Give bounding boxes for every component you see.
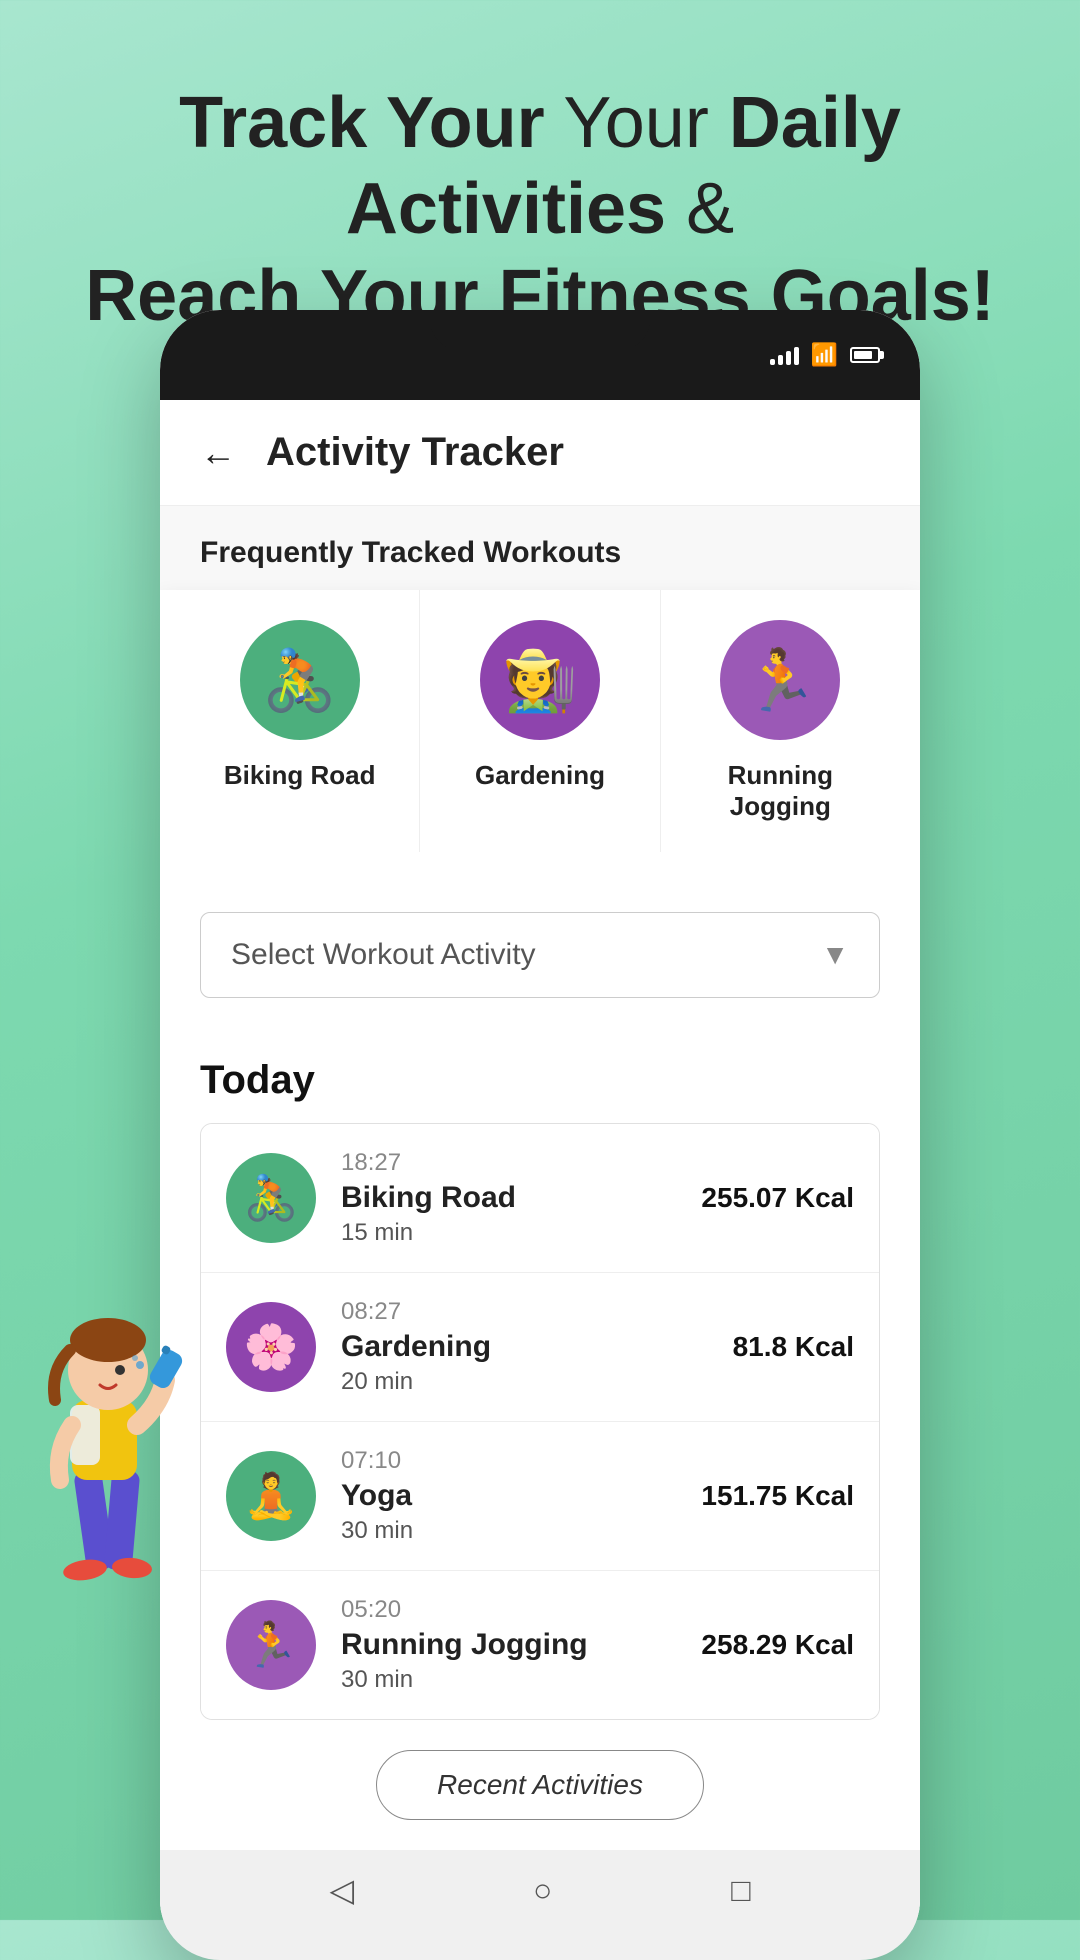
recent-activities-button[interactable]: Recent Activities [376,1750,704,1820]
activity-kcal-biking: 255.07 Kcal [701,1182,854,1214]
activity-name-gardening: Gardening [341,1330,733,1364]
nav-home-icon[interactable]: ○ [533,1872,552,1909]
running-icon: 🏃 [720,620,840,740]
activity-info-yoga: 07:10 Yoga 30 min [341,1447,701,1545]
activity-info-running: 05:20 Running Jogging 30 min [341,1596,701,1694]
character-illustration [0,1250,200,1650]
today-title: Today [200,1058,880,1103]
workout-card-gardening[interactable]: 🧑‍🌾 Gardening [420,590,660,852]
activity-item-yoga[interactable]: 🧘 07:10 Yoga 30 min 151.75 Kcal [201,1422,879,1571]
activity-time-gardening: 08:27 [341,1298,733,1326]
app-content: ← Activity Tracker Frequently Tracked Wo… [160,400,920,1930]
dropdown-placeholder: Select Workout Activity [231,938,536,972]
today-section: Today 🚴 18:27 Biking Road 15 min 255.07 … [160,1028,920,1720]
dropdown-arrow-icon: ▼ [821,939,849,971]
frequent-section-label: Frequently Tracked Workouts [160,506,920,590]
bottom-navigation: ◁ ○ □ [160,1850,920,1930]
gardening-label: Gardening [475,760,605,791]
activity-kcal-gardening: 81.8 Kcal [733,1331,854,1363]
nav-back-icon[interactable]: ◁ [329,1871,354,1909]
hero-ampersand: & [686,169,734,249]
activity-icon-gardening: 🌸 [226,1302,316,1392]
activity-icon-yoga: 🧘 [226,1451,316,1541]
activity-name-running: Running Jogging [341,1628,701,1662]
gardening-icon: 🧑‍🌾 [480,620,600,740]
activity-info-gardening: 08:27 Gardening 20 min [341,1298,733,1396]
signal-icon [770,345,799,365]
phone-mockup: 📶 ← Activity Tracker Frequently Tracked … [160,310,920,1960]
activity-time-running: 05:20 [341,1596,701,1624]
activity-kcal-running: 258.29 Kcal [701,1629,854,1661]
activity-duration-running: 30 min [341,1666,701,1694]
app-header: ← Activity Tracker [160,400,920,506]
activity-duration-gardening: 20 min [341,1368,733,1396]
activity-name-yoga: Yoga [341,1479,701,1513]
back-button[interactable]: ← [200,432,236,474]
activity-icon-biking: 🚴 [226,1153,316,1243]
battery-icon [850,347,880,363]
workout-card-biking[interactable]: 🚴 Biking Road [180,590,420,852]
activity-time-biking: 18:27 [341,1149,701,1177]
phone-status-bar: 📶 [160,310,920,400]
activity-item-running[interactable]: 🏃 05:20 Running Jogging 30 min 258.29 Kc… [201,1571,879,1719]
workout-cards-container: 🚴 Biking Road 🧑‍🌾 Gardening 🏃 Running Jo… [160,590,920,882]
activity-name-biking: Biking Road [341,1181,701,1215]
activity-duration-yoga: 30 min [341,1517,701,1545]
recent-btn-container: Recent Activities [160,1720,920,1850]
activity-item-gardening[interactable]: 🌸 08:27 Gardening 20 min 81.8 Kcal [201,1273,879,1422]
activity-time-yoga: 07:10 [341,1447,701,1475]
hero-line1-regular: Your [563,83,728,163]
app-title: Activity Tracker [266,430,564,475]
wifi-icon: 📶 [811,342,838,368]
activity-duration-biking: 15 min [341,1219,701,1247]
activity-item-biking[interactable]: 🚴 18:27 Biking Road 15 min 255.07 Kcal [201,1124,879,1273]
biking-icon: 🚴 [240,620,360,740]
activity-icon-running: 🏃 [226,1600,316,1690]
dropdown-container: Select Workout Activity ▼ [160,882,920,1028]
hero-line1-bold: Track Your [179,83,545,163]
status-icons: 📶 [770,342,880,368]
nav-recents-icon[interactable]: □ [731,1872,750,1909]
workout-activity-dropdown[interactable]: Select Workout Activity ▼ [200,912,880,998]
running-label: Running Jogging [681,760,880,822]
activity-list: 🚴 18:27 Biking Road 15 min 255.07 Kcal 🌸… [200,1123,880,1720]
activity-kcal-yoga: 151.75 Kcal [701,1480,854,1512]
workout-card-running[interactable]: 🏃 Running Jogging [661,590,900,852]
biking-label: Biking Road [224,760,376,791]
phone-notch [430,310,650,350]
activity-info-biking: 18:27 Biking Road 15 min [341,1149,701,1247]
